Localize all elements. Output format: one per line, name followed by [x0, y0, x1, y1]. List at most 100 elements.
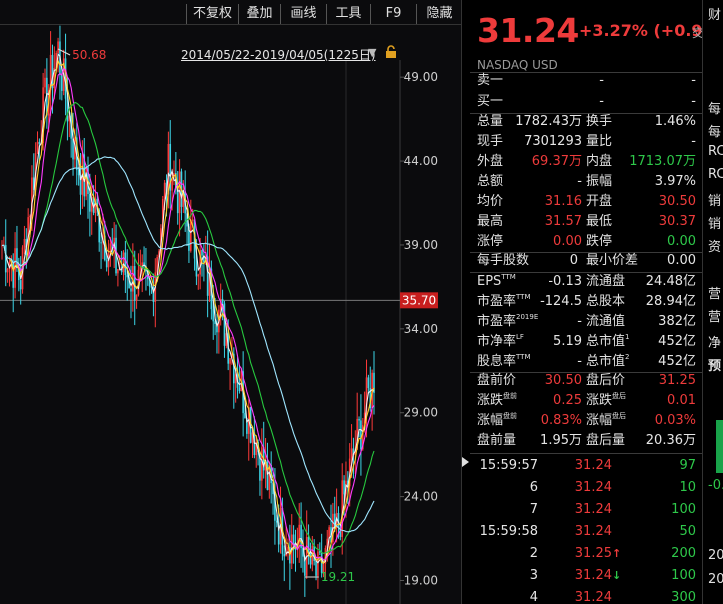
candle-body [38, 141, 41, 145]
fundamental-label: 流通盘 [586, 274, 626, 289]
fundamental-label: 股息率TTM [477, 353, 531, 369]
candle-body [201, 249, 203, 256]
fundamental-value: 452亿 [658, 334, 696, 349]
stat-value: - [577, 174, 582, 189]
stat-value: 30.50 [658, 194, 696, 209]
tick-volume: 97 [679, 458, 696, 473]
lock-icon[interactable] [384, 45, 398, 59]
finance-bar [716, 420, 723, 473]
candle-body [292, 534, 295, 545]
extended-label: 盘后价 [586, 373, 626, 388]
date-range-label[interactable]: 2014/05/22-2019/04/05(1225日) [181, 46, 376, 63]
stat-label: 最低 [586, 214, 613, 229]
candle-body [130, 288, 132, 292]
tick-row[interactable]: 6 31.24 10 [470, 477, 702, 499]
tick-row[interactable]: 7 31.24 100 [470, 499, 702, 521]
kline-chart[interactable]: 49.00 44.00 39.00 34.00 29.00 24.00 19.00 35.70… [0, 0, 462, 604]
extended-label: 涨幅盘前 [477, 412, 518, 428]
stats-row: 现手 7301293 量比 - [470, 132, 702, 152]
tick-price: 31.24 [574, 458, 612, 473]
extended-value: 1.95万 [540, 433, 582, 448]
candle-body [57, 41, 59, 53]
finance-item: 营 [708, 287, 722, 302]
y-tick-label: 39.00 [404, 238, 438, 252]
tick-time: 6 [529, 480, 538, 495]
candle-body [315, 560, 317, 576]
arrow-up-icon: ↑ [612, 547, 622, 560]
exchange-currency: NASDAQ USD [477, 58, 558, 72]
y-tick-label: 44.00 [404, 154, 438, 168]
fundamental-value: 24.48亿 [645, 274, 696, 289]
stats-row: 均价 31.16 开盘 30.50 [470, 192, 702, 212]
candle-body [100, 242, 102, 244]
lot-label: 每手股数 [477, 253, 530, 268]
order-label: 买一 [477, 94, 504, 109]
extended-label: 盘前价 [477, 373, 517, 388]
stat-value: 31.16 [544, 194, 582, 209]
candle-body [61, 73, 63, 91]
stat-value: 7301293 [524, 134, 582, 149]
candle-body [36, 141, 39, 154]
candle-body [367, 377, 370, 389]
candle-body [122, 252, 125, 273]
stat-value: 0.00 [553, 234, 582, 249]
tick-time: 15:59:58 [479, 524, 538, 539]
tick-time: 15:59:57 [479, 458, 538, 473]
candle-body [360, 420, 362, 450]
tick-row[interactable]: 15:59:58 31.24 50 [470, 521, 702, 543]
y-tick-label: 19.00 [404, 574, 438, 588]
fundamental-label: 市盈率TTM [477, 293, 531, 309]
fundamental-label: 市净率LF [477, 333, 524, 349]
extended-value: 20.36万 [645, 433, 696, 448]
fundamental-value: - [577, 314, 582, 329]
tick-time: 2 [529, 546, 538, 561]
last-price: 31.24 [477, 11, 579, 50]
stats-row: 最高 31.57 最低 30.37 [470, 212, 702, 232]
stats-row: 总额 - 振幅 3.97% [470, 172, 702, 192]
tick-row[interactable]: 15:59:57 31.24 97 [470, 455, 702, 477]
extended-label: 涨跌盘前 [477, 392, 518, 408]
fundamental-value: -0.13 [548, 274, 582, 289]
ma-short-line [1, 52, 375, 564]
finance-item: RC [708, 167, 723, 182]
price-tag-label: 35.70 [402, 293, 436, 307]
stat-label: 开盘 [586, 194, 613, 209]
expand-panel-icon[interactable] [461, 456, 470, 468]
tick-price: 31.24 [574, 502, 612, 517]
range-dropdown-icon[interactable]: ▼ [368, 46, 376, 59]
stat-label: 内盘 [586, 154, 613, 169]
candle-body [191, 219, 194, 221]
y-tick-label: 34.00 [404, 322, 438, 336]
candle-body [19, 280, 22, 290]
kline-chart-panel[interactable]: 不复权 叠加 画线 工具 F9 隐藏 49.00 44.00 39.00 34.00 2… [0, 0, 462, 604]
candle-body [23, 238, 26, 248]
fundamental-label: EPSTTM [477, 273, 516, 289]
tick-volume: 100 [671, 568, 696, 583]
fundamental-label: 流通值 [586, 314, 626, 329]
fundamental-label: 市盈率2019E [477, 313, 539, 329]
stat-label: 总量 [477, 114, 504, 129]
stat-value: 1713.07万 [629, 154, 696, 169]
stats-row: 涨停 0.00 跌停 0.00 [470, 232, 702, 252]
fundamentals-row: 市盈率TTM -124.5 总股本 28.94亿 [470, 292, 702, 312]
candle-body [135, 294, 138, 301]
fundamental-label: 总市值2 [586, 353, 630, 369]
fundamental-value: -124.5 [540, 294, 582, 309]
finance-item: 资 [708, 240, 722, 255]
candle-body [105, 259, 108, 268]
fundamental-value: 28.94亿 [645, 294, 696, 309]
extended-row: 涨跌盘前 0.25 涨跌盘后 0.01 [470, 391, 702, 411]
stat-label: 总额 [477, 174, 504, 189]
tick-row[interactable]: 2 31.25 ↑ 200 [470, 543, 702, 565]
tick-row[interactable]: 4 31.24 300 [470, 587, 702, 604]
stat-label: 振幅 [586, 174, 613, 189]
extended-label: 盘前量 [477, 433, 517, 448]
stat-label: 均价 [477, 194, 504, 209]
finance-item: 20 [708, 548, 723, 563]
ma-long-line-1 [1, 67, 375, 561]
candle-body [307, 537, 310, 553]
finance-side-panel: 财每每 RC RC 销销资营营净预 -0. 20 20 [702, 0, 723, 604]
fundamental-label: 总股本 [586, 294, 626, 309]
tick-row[interactable]: 3 31.24 ↓ 100 [470, 565, 702, 587]
extended-value: 0.03% [654, 413, 696, 428]
